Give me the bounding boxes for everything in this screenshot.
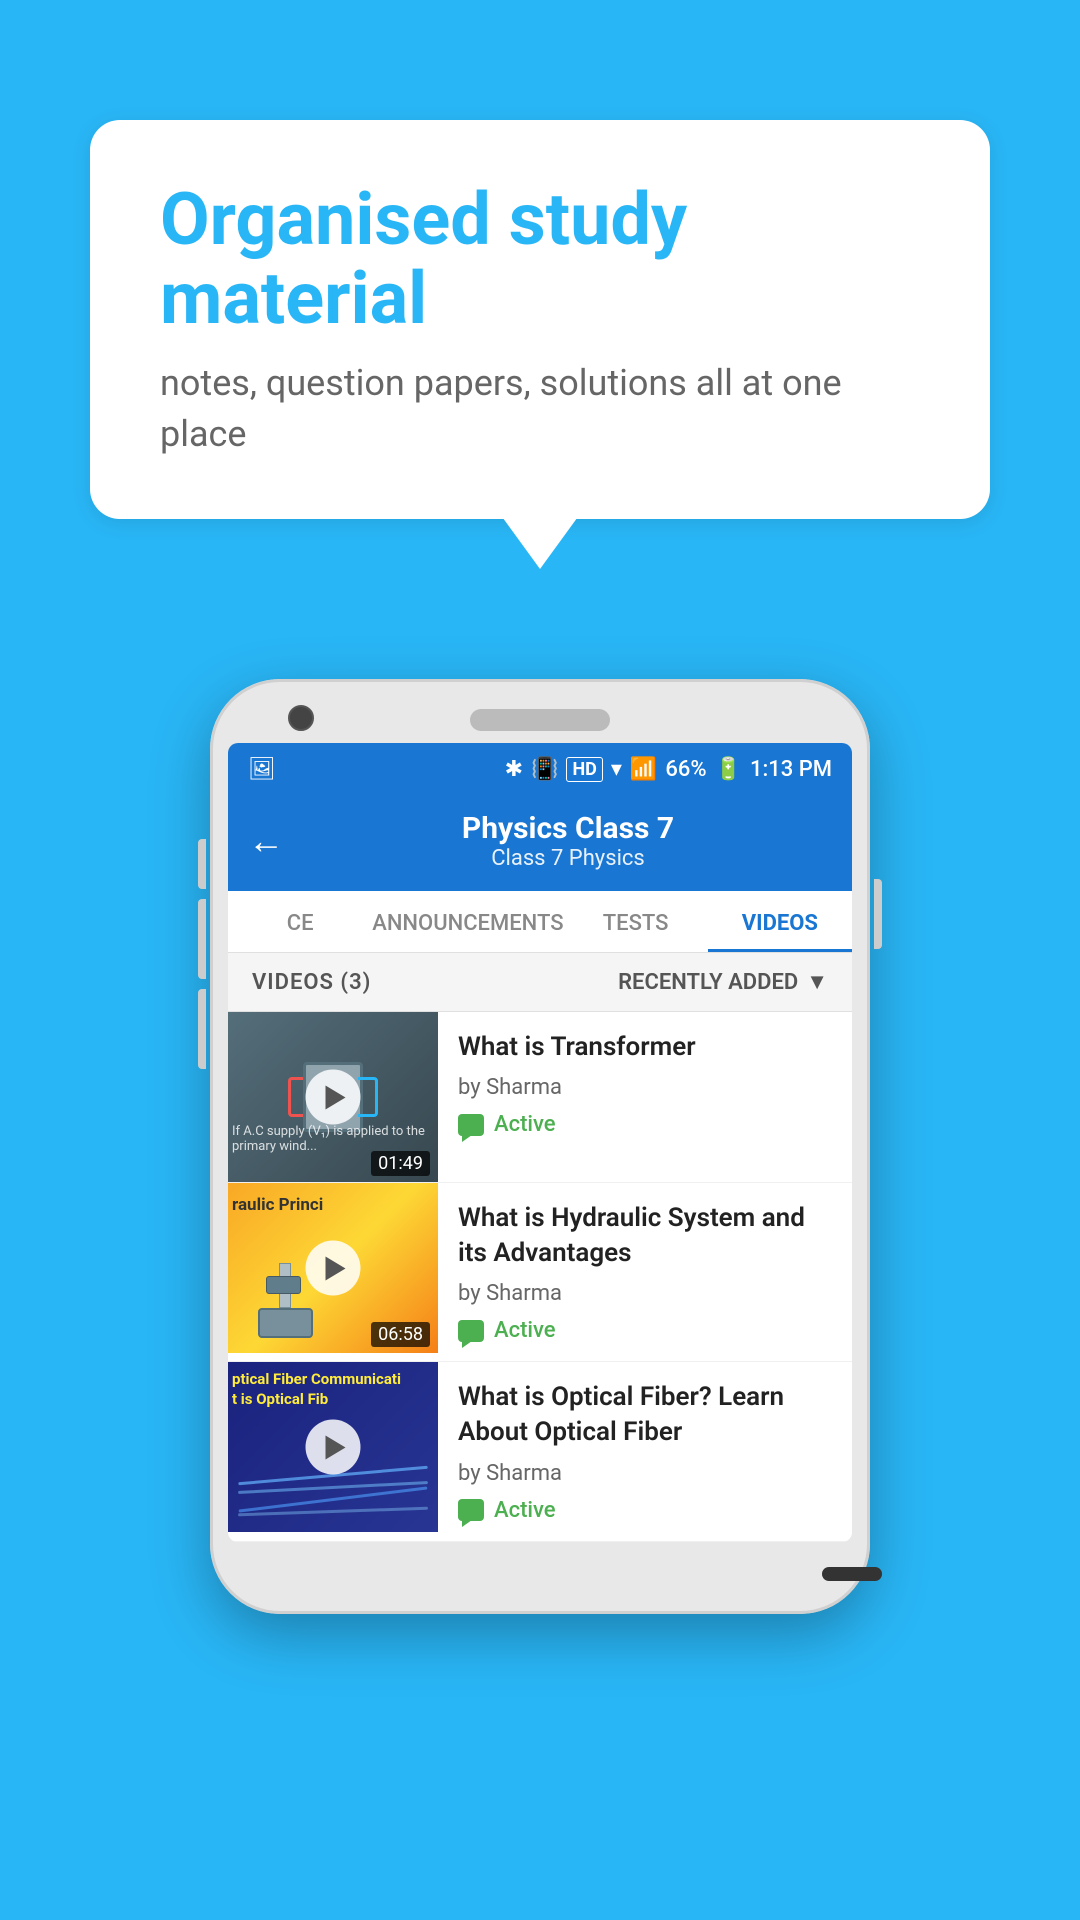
tab-bar: CE ANNOUNCEMENTS TESTS VIDEOS [228,891,852,953]
video-author-3: by Sharma [458,1461,832,1486]
video-status-3: Active [458,1498,832,1523]
video-duration-2: 06:58 [371,1322,430,1347]
video-author-2: by Sharma [458,1281,832,1306]
video-thumbnail-3: ptical Fiber Communicatit is Optical Fib [228,1362,438,1532]
video-item-3[interactable]: ptical Fiber Communicatit is Optical Fib [228,1362,852,1541]
chat-icon-2 [458,1320,484,1342]
video-author-1: by Sharma [458,1075,832,1100]
signal-icon: 📶 [630,757,657,782]
home-bar [822,1567,882,1581]
video-info-2: What is Hydraulic System and its Advanta… [438,1183,852,1361]
video-info-3: What is Optical Fiber? Learn About Optic… [438,1362,852,1540]
video-item[interactable]: If A.C supply (V₁) is applied to the pri… [228,1012,852,1183]
tab-tests[interactable]: TESTS [564,891,708,952]
tab-ce[interactable]: CE [228,891,372,952]
volume-up-button [198,839,206,889]
app-background: Organised study material notes, question… [0,0,1080,1920]
video-title-2: What is Hydraulic System and its Advanta… [458,1201,832,1271]
wifi-icon: ▾ [611,757,622,782]
play-button-2[interactable] [306,1241,361,1296]
vibrate-icon: 📳 [531,757,558,782]
sort-dropdown[interactable]: RECENTLY ADDED ▼ [618,969,828,995]
play-button-1[interactable] [306,1070,361,1125]
phone-mockup: 🖼 ✱ 📳 HD ▾ 📶 66% 🔋 1:13 PM ← [0,679,1080,1613]
battery-icon: 🔋 [715,757,742,782]
status-bar: 🖼 ✱ 📳 HD ▾ 📶 66% 🔋 1:13 PM [228,743,852,795]
play-icon [325,1085,345,1109]
phone-bottom [228,1554,852,1584]
video-title-3: What is Optical Fiber? Learn About Optic… [458,1380,832,1450]
chat-icon-3 [458,1499,484,1521]
app-header: ← Physics Class 7 Class 7 Physics [228,795,852,891]
hd-badge: HD [566,757,602,782]
play-button-3[interactable] [306,1420,361,1475]
video-status-2: Active [458,1318,832,1343]
status-left: 🖼 [248,757,276,782]
volume-down-button [198,899,206,979]
tab-videos[interactable]: VIDEOS [708,891,852,952]
back-button[interactable]: ← [248,820,284,862]
play-icon-2 [325,1256,345,1280]
thumb-text-optical-top: ptical Fiber Communicatit is Optical Fib [232,1370,401,1409]
thumb-text-hydraulic: raulic Princi [232,1195,323,1215]
phone-speaker [470,709,610,731]
bluetooth-icon: ✱ [505,757,523,782]
battery-percent: 66% [665,757,706,782]
video-item-2[interactable]: raulic Princi 06:58 [228,1183,852,1362]
chevron-down-icon: ▼ [806,969,828,995]
subtitle: notes, question papers, solutions all at… [160,358,920,459]
promo-section: Organised study material notes, question… [0,0,1080,579]
videos-count: VIDEOS (3) [252,970,371,995]
video-info-1: What is Transformer by Sharma Active [438,1012,852,1155]
video-title-1: What is Transformer [458,1030,832,1065]
play-icon-3 [325,1435,345,1459]
page-title: Physics Class 7 [304,811,832,846]
headline: Organised study material [160,180,920,338]
chat-icon-1 [458,1114,484,1136]
phone-camera [288,705,314,731]
video-status-1: Active [458,1112,832,1137]
phone-top-bar [228,709,852,731]
clock: 1:13 PM [750,757,832,782]
video-thumbnail-2: raulic Princi 06:58 [228,1183,438,1353]
power-button [874,879,882,949]
silent-button [198,989,206,1069]
video-list: If A.C supply (V₁) is applied to the pri… [228,1012,852,1541]
photo-icon: 🖼 [248,757,276,782]
speech-bubble: Organised study material notes, question… [90,120,990,519]
tab-announcements[interactable]: ANNOUNCEMENTS [372,891,563,952]
thumb-overlay-text: If A.C supply (V₁) is applied to the pri… [232,1124,438,1154]
status-right: ✱ 📳 HD ▾ 📶 66% 🔋 1:13 PM [505,757,832,782]
video-duration-1: 01:49 [371,1151,430,1176]
videos-filter-bar: VIDEOS (3) RECENTLY ADDED ▼ [228,953,852,1012]
breadcrumb: Class 7 Physics [304,846,832,871]
phone-screen: 🖼 ✱ 📳 HD ▾ 📶 66% 🔋 1:13 PM ← [228,743,852,1541]
video-thumbnail-1: If A.C supply (V₁) is applied to the pri… [228,1012,438,1182]
header-title-container: Physics Class 7 Class 7 Physics [304,811,832,871]
